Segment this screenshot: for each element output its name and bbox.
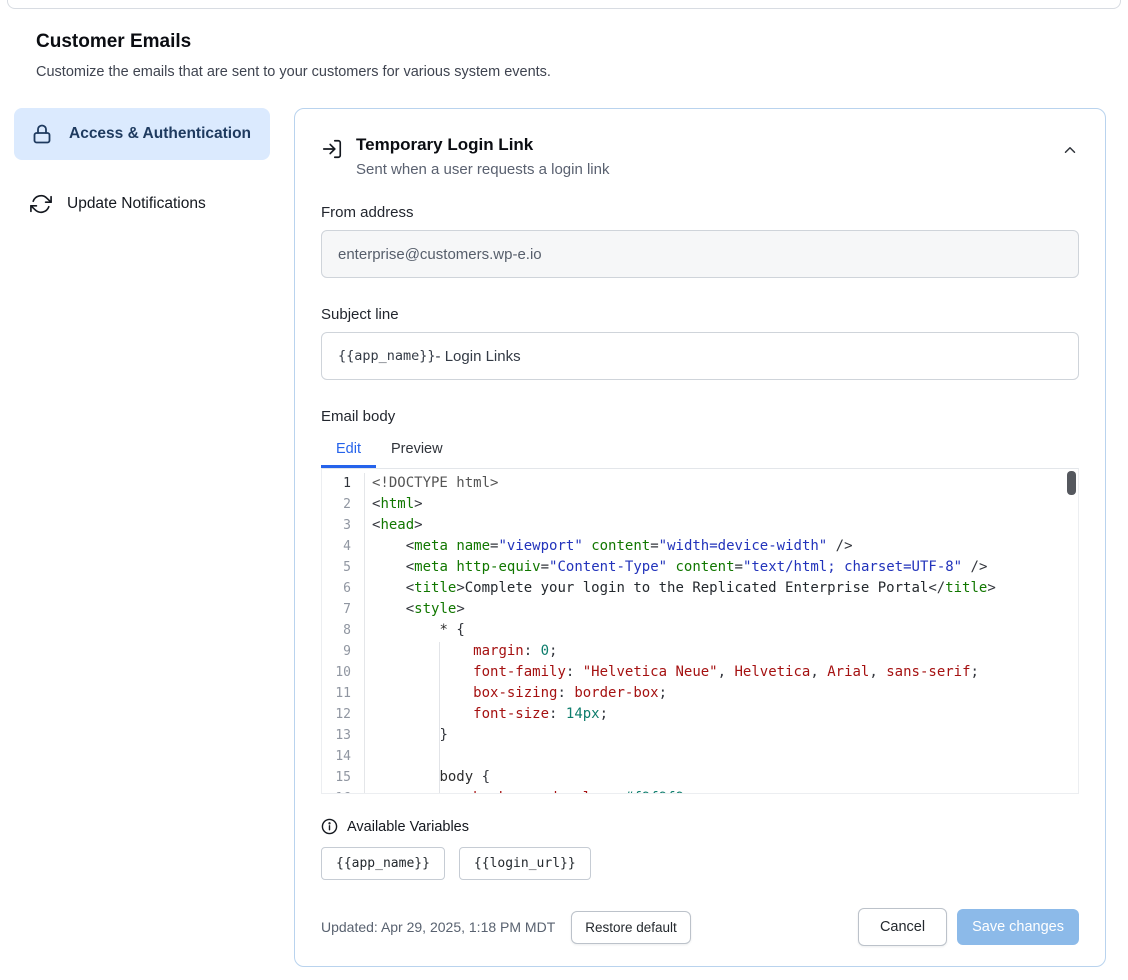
code-line: 12 font-size: 14px; <box>322 704 1078 725</box>
save-changes-button[interactable]: Save changes <box>957 909 1079 945</box>
subject-variable-token: {{app_name}} <box>338 348 436 364</box>
code-line: 11 box-sizing: border-box; <box>322 683 1078 704</box>
temporary-login-link-card: Temporary Login Link Sent when a user re… <box>294 108 1106 967</box>
available-variables-row: Available Variables <box>321 818 1079 835</box>
from-address-label: From address <box>321 204 1079 221</box>
page-subtitle: Customize the emails that are sent to yo… <box>36 64 1092 80</box>
page-title: Customer Emails <box>36 31 1092 53</box>
code-line: 13 } <box>322 725 1078 746</box>
email-body-code-editor[interactable]: 1<!DOCTYPE html>2<html>3<head>4 <meta na… <box>321 468 1079 794</box>
info-icon <box>321 818 338 835</box>
refresh-icon <box>30 193 52 215</box>
indent-guide <box>439 642 440 793</box>
available-variables-label: Available Variables <box>347 819 469 835</box>
code-line: 8 * { <box>322 620 1078 641</box>
code-line: 5 <meta http-equiv="Content-Type" conten… <box>322 557 1078 578</box>
editor-scrollbar-thumb[interactable] <box>1067 471 1076 495</box>
updated-timestamp: Updated: Apr 29, 2025, 1:18 PM MDT <box>321 919 555 935</box>
code-line: 16 background-color: #f9f9f9; <box>322 788 1078 794</box>
card-header: Temporary Login Link Sent when a user re… <box>321 135 1079 178</box>
sidebar-item-access-authentication[interactable]: Access & Authentication <box>14 108 270 160</box>
sidebar-item-label: Access & Authentication <box>69 122 251 146</box>
code-lines: 1<!DOCTYPE html>2<html>3<head>4 <meta na… <box>322 473 1078 794</box>
chevron-up-icon[interactable] <box>1061 141 1079 178</box>
code-line: 9 margin: 0; <box>322 641 1078 662</box>
log-in-icon <box>321 138 343 178</box>
code-line: 4 <meta name="viewport" content="width=d… <box>322 536 1078 557</box>
sidebar-item-label: Update Notifications <box>67 192 206 216</box>
previous-card-bottom-edge <box>7 0 1121 9</box>
subject-line-input[interactable]: {{app_name}} - Login Links <box>321 332 1079 380</box>
card-footer: Updated: Apr 29, 2025, 1:18 PM MDT Resto… <box>321 908 1079 946</box>
from-address-input[interactable] <box>321 230 1079 278</box>
code-line: 7 <style> <box>322 599 1078 620</box>
card-title: Temporary Login Link <box>356 135 609 155</box>
lock-icon <box>30 122 54 146</box>
code-line: 10 font-family: "Helvetica Neue", Helvet… <box>322 662 1078 683</box>
cancel-button[interactable]: Cancel <box>858 908 947 946</box>
code-line: 15 body { <box>322 767 1078 788</box>
email-types-sidebar: Access & Authentication Update Notificat… <box>14 108 270 230</box>
code-line: 6 <title>Complete your login to the Repl… <box>322 578 1078 599</box>
code-line: 1<!DOCTYPE html> <box>322 473 1078 494</box>
code-line: 14 <box>322 746 1078 767</box>
tab-edit[interactable]: Edit <box>321 431 376 468</box>
page-header: Customer Emails Customize the emails tha… <box>36 31 1092 80</box>
subject-line-label: Subject line <box>321 306 1079 323</box>
subject-text: - Login Links <box>436 348 521 365</box>
email-body-label: Email body <box>321 408 1079 425</box>
card-subtitle: Sent when a user requests a login link <box>356 161 609 178</box>
restore-default-button[interactable]: Restore default <box>571 911 691 944</box>
variable-chip-app-name[interactable]: {{app_name}} <box>321 847 445 880</box>
sidebar-item-update-notifications[interactable]: Update Notifications <box>14 178 270 230</box>
editor-tabs: Edit Preview <box>321 431 1079 468</box>
variable-chip-login-url[interactable]: {{login_url}} <box>459 847 591 880</box>
tab-preview[interactable]: Preview <box>376 431 458 468</box>
variable-chips: {{app_name}} {{login_url}} <box>321 847 1079 880</box>
code-line: 3<head> <box>322 515 1078 536</box>
code-line: 2<html> <box>322 494 1078 515</box>
